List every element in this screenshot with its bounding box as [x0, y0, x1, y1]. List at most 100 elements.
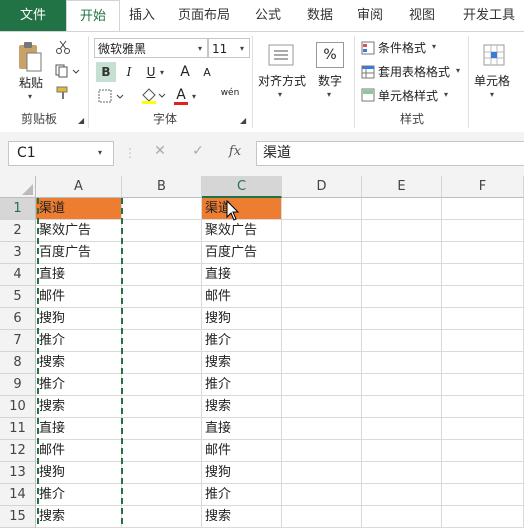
font-size-dropdown-icon[interactable]: ▾ [240, 44, 244, 53]
number-dropdown-icon[interactable]: ▾ [327, 90, 331, 99]
cell-c[interactable]: 邮件 [202, 440, 282, 462]
cell-e[interactable] [362, 440, 442, 462]
cell-a[interactable]: 搜索 [36, 506, 122, 528]
cell-c[interactable]: 搜索 [202, 352, 282, 374]
cell-a[interactable]: 推介 [36, 330, 122, 352]
tab-file[interactable]: 文件 [0, 0, 66, 32]
cell-b[interactable] [122, 308, 202, 330]
underline-button[interactable]: U [142, 62, 160, 82]
cell-d[interactable] [282, 506, 362, 528]
paste-icon[interactable] [14, 40, 46, 74]
format-painter-icon[interactable] [54, 84, 72, 102]
formula-input[interactable]: 渠道 [256, 141, 524, 166]
table-format-dropdown-icon[interactable]: ▾ [456, 66, 460, 75]
cell-a[interactable]: 搜索 [36, 396, 122, 418]
column-header-d[interactable]: D [282, 176, 362, 198]
tab-view[interactable]: 视图 [402, 0, 442, 32]
bold-button[interactable]: B [96, 62, 116, 82]
cell-b[interactable] [122, 330, 202, 352]
row-header[interactable]: 10 [0, 396, 36, 418]
cell-c[interactable]: 邮件 [202, 286, 282, 308]
enter-icon[interactable]: ✓ [188, 143, 208, 159]
paste-dropdown-icon[interactable]: ▾ [28, 92, 32, 101]
cell-f[interactable] [442, 374, 524, 396]
tab-home[interactable]: 开始 [66, 0, 120, 34]
cell-c[interactable]: 直接 [202, 418, 282, 440]
cell-d[interactable] [282, 330, 362, 352]
row-header[interactable]: 2 [0, 220, 36, 242]
font-launcher-icon[interactable]: ◢ [240, 116, 246, 125]
conditional-format-dropdown-icon[interactable]: ▾ [432, 42, 436, 51]
fill-color-icon[interactable] [138, 86, 168, 106]
alignment-button[interactable]: 对齐方式 [256, 72, 308, 89]
cell-c[interactable]: 搜狗 [202, 462, 282, 484]
cell-c[interactable]: 推介 [202, 484, 282, 506]
cell-c[interactable]: 直接 [202, 264, 282, 286]
cell-d[interactable] [282, 374, 362, 396]
select-all-corner[interactable] [0, 176, 36, 198]
row-header[interactable]: 11 [0, 418, 36, 440]
cell-c[interactable]: 搜狗 [202, 308, 282, 330]
cell-e[interactable] [362, 374, 442, 396]
italic-button[interactable]: I [120, 62, 138, 82]
cell-f[interactable] [442, 286, 524, 308]
cell-d[interactable] [282, 242, 362, 264]
cell-d[interactable] [282, 352, 362, 374]
cell-d[interactable] [282, 418, 362, 440]
cell-d[interactable] [282, 286, 362, 308]
cell-f[interactable] [442, 506, 524, 528]
cell-b[interactable] [122, 220, 202, 242]
cell-b[interactable] [122, 396, 202, 418]
cells-icon[interactable] [480, 42, 508, 68]
number-button[interactable]: 数字 [312, 72, 348, 89]
cell-e[interactable] [362, 242, 442, 264]
row-header[interactable]: 4 [0, 264, 36, 286]
cell-f[interactable] [442, 198, 524, 220]
cell-a[interactable]: 渠道 [36, 198, 122, 220]
row-header[interactable]: 8 [0, 352, 36, 374]
tab-page-layout[interactable]: 页面布局 [172, 0, 236, 32]
cell-b[interactable] [122, 462, 202, 484]
alignment-icon[interactable] [266, 42, 296, 68]
cell-a[interactable]: 搜狗 [36, 462, 122, 484]
cell-b[interactable] [122, 286, 202, 308]
column-header-a[interactable]: A [36, 176, 122, 198]
cell-e[interactable] [362, 198, 442, 220]
cell-b[interactable] [122, 264, 202, 286]
cell-f[interactable] [442, 352, 524, 374]
row-header[interactable]: 7 [0, 330, 36, 352]
cell-c[interactable]: 百度广告 [202, 242, 282, 264]
copy-icon[interactable] [52, 62, 82, 80]
cells-button[interactable]: 单元格 [474, 72, 524, 89]
cell-d[interactable] [282, 198, 362, 220]
cell-b[interactable] [122, 242, 202, 264]
row-header[interactable]: 14 [0, 484, 36, 506]
row-header[interactable]: 3 [0, 242, 36, 264]
column-header-e[interactable]: E [362, 176, 442, 198]
cell-a[interactable]: 推介 [36, 374, 122, 396]
tab-insert[interactable]: 插入 [120, 0, 164, 32]
row-header[interactable]: 6 [0, 308, 36, 330]
insert-function-icon[interactable]: fx [224, 144, 246, 159]
cell-f[interactable] [442, 396, 524, 418]
cell-e[interactable] [362, 264, 442, 286]
cell-c[interactable]: 聚效广告 [202, 220, 282, 242]
column-header-c[interactable]: C [202, 176, 282, 198]
border-icon[interactable] [96, 86, 126, 106]
row-header[interactable]: 13 [0, 462, 36, 484]
cell-styles-dropdown-icon[interactable]: ▾ [444, 90, 448, 99]
cell-a[interactable]: 直接 [36, 264, 122, 286]
cell-d[interactable] [282, 396, 362, 418]
conditional-format-button[interactable]: 条件格式 [378, 39, 426, 56]
cell-e[interactable] [362, 462, 442, 484]
cell-e[interactable] [362, 220, 442, 242]
cell-d[interactable] [282, 440, 362, 462]
cell-d[interactable] [282, 308, 362, 330]
font-name-select[interactable]: 微软雅黑 [94, 38, 208, 58]
cell-a[interactable]: 推介 [36, 484, 122, 506]
cell-e[interactable] [362, 308, 442, 330]
row-header[interactable]: 12 [0, 440, 36, 462]
font-name-dropdown-icon[interactable]: ▾ [198, 44, 202, 53]
cell-b[interactable] [122, 440, 202, 462]
paste-button[interactable]: 粘贴 [14, 74, 48, 91]
